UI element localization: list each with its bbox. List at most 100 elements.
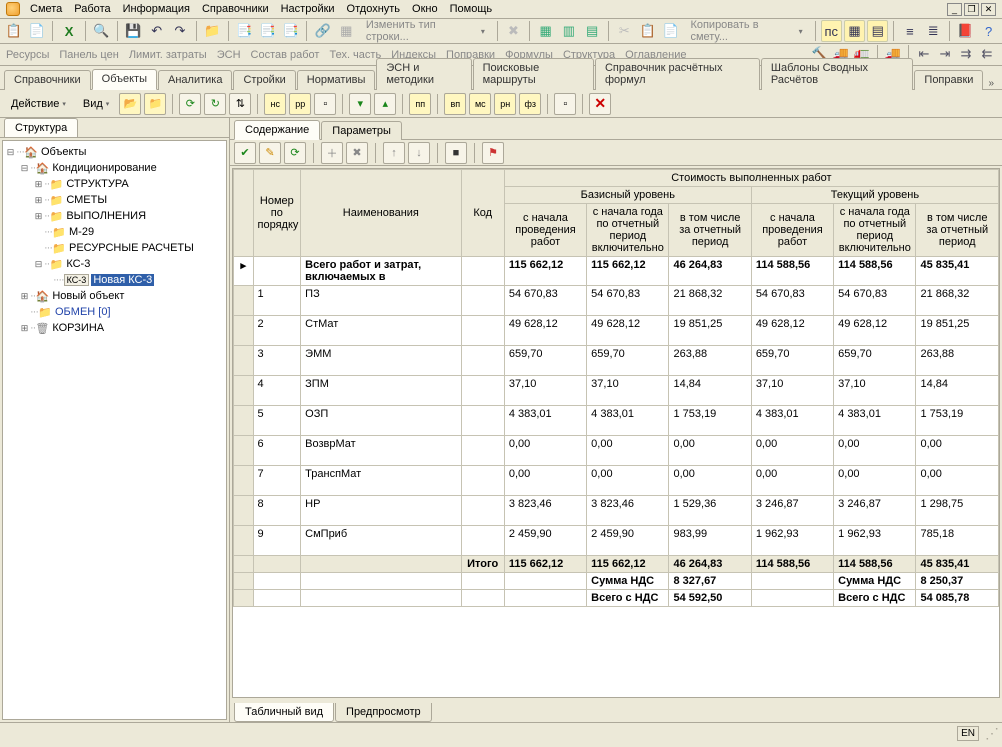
tab-price-panel[interactable]: Панель цен bbox=[59, 49, 118, 61]
content-tab-params[interactable]: Параметры bbox=[321, 121, 402, 140]
change-row-type-button[interactable]: Изменить тип строки... ▾ bbox=[359, 20, 492, 42]
yellow3-icon[interactable]: ▤ bbox=[867, 20, 888, 42]
content-tab-soderzhanie[interactable]: Содержание bbox=[234, 120, 320, 140]
close-button[interactable]: ✕ bbox=[981, 3, 996, 16]
resize-grip[interactable]: ⋰ bbox=[985, 725, 996, 742]
link-icon[interactable]: 🔗 bbox=[312, 20, 333, 42]
indent-in-icon[interactable]: ⇥ bbox=[936, 45, 954, 63]
collapse-icon[interactable]: ▾ bbox=[349, 93, 371, 115]
search-icon[interactable]: 🔍 bbox=[91, 20, 112, 42]
menu-relax[interactable]: Отдохнуть bbox=[341, 2, 407, 16]
table-row[interactable]: 1ПЗ54 670,8354 670,8321 868,3254 670,835… bbox=[234, 286, 999, 316]
doc-ns-icon[interactable]: нс bbox=[264, 93, 286, 115]
paste-icon[interactable]: 📄 bbox=[26, 20, 47, 42]
redo-icon[interactable]: ↷ bbox=[169, 20, 190, 42]
align1-icon[interactable]: ≡ bbox=[899, 20, 920, 42]
excel-icon[interactable]: X bbox=[58, 20, 79, 42]
doc-y5-icon[interactable]: фз bbox=[519, 93, 541, 115]
menu-settings[interactable]: Настройки bbox=[275, 2, 341, 16]
sort-icon[interactable]: ⇅ bbox=[229, 93, 251, 115]
tree-n3[interactable]: ··· 📁 ОБМЕН [0] bbox=[5, 304, 224, 320]
col-code[interactable]: Код bbox=[461, 170, 504, 257]
doc-blank-icon[interactable]: ▫ bbox=[314, 93, 336, 115]
table-row[interactable]: 4ЗПМ37,1037,1014,8437,1037,1014,84 bbox=[234, 376, 999, 406]
copy2-icon[interactable]: 📋 bbox=[637, 20, 658, 42]
indent-r-icon[interactable]: ⇇ bbox=[978, 45, 996, 63]
navtab-popravki[interactable]: Поправки bbox=[914, 70, 983, 90]
menu-sprav[interactable]: Справочники bbox=[196, 2, 275, 16]
tree-n1a[interactable]: ⊞·· 📁 СТРУКТУРА bbox=[5, 176, 224, 192]
table-row[interactable]: 7ТранспМат0,000,000,000,000,000,00 bbox=[234, 466, 999, 496]
tab-resources[interactable]: Ресурсы bbox=[6, 49, 49, 61]
tree-root[interactable]: ⊟··· 🏠 Объекты bbox=[5, 144, 224, 160]
grp3-icon[interactable]: ▤ bbox=[582, 20, 603, 42]
undo-icon[interactable]: ↶ bbox=[146, 20, 167, 42]
doc-rp-icon[interactable]: рр bbox=[289, 93, 311, 115]
tree-n1[interactable]: ⊟·· 🏠 Кондиционирование bbox=[5, 160, 224, 176]
align2-icon[interactable]: ≣ bbox=[923, 20, 944, 42]
doc-y2-icon[interactable]: вп bbox=[444, 93, 466, 115]
bottom-tab-preview[interactable]: Предпросмотр bbox=[335, 703, 432, 722]
navtab-search[interactable]: Поисковые маршруты bbox=[473, 58, 594, 90]
tree-n4[interactable]: ⊞·· 🗑 КОРЗИНА bbox=[5, 320, 224, 336]
tree-view[interactable]: ⊟··· 🏠 Объекты ⊟·· 🏠 Кондиционирование ⊞… bbox=[2, 140, 227, 720]
navtab-sprav[interactable]: Справочники bbox=[4, 70, 91, 90]
help-icon[interactable]: ? bbox=[978, 20, 999, 42]
totals-row[interactable]: Итого 115 662,12 115 662,12 46 264,83 11… bbox=[234, 556, 999, 573]
first-row[interactable]: ▸ Всего работ и затрат, включаемых в 115… bbox=[234, 257, 999, 286]
doc-y1-icon[interactable]: пп bbox=[409, 93, 431, 115]
refresh-icon[interactable]: ⟳ bbox=[179, 93, 201, 115]
copy-icon[interactable]: 📋 bbox=[3, 20, 24, 42]
table-row[interactable]: 9СмПриб2 459,902 459,90983,991 962,931 9… bbox=[234, 526, 999, 556]
paste2-icon[interactable]: 📄 bbox=[660, 20, 681, 42]
tab-tech[interactable]: Тех. часть bbox=[329, 49, 381, 61]
gt-edit-icon[interactable]: ✎ bbox=[259, 142, 281, 164]
navtab-objects[interactable]: Объекты bbox=[92, 69, 157, 90]
navtab-templates[interactable]: Шаблоны Сводных Расчётов bbox=[761, 58, 914, 90]
grp2-icon[interactable]: ▥ bbox=[558, 20, 579, 42]
copy-to-smeta-button[interactable]: Копировать в смету... ▾ bbox=[683, 20, 809, 42]
gt-down-icon[interactable]: ↓ bbox=[408, 142, 430, 164]
action-button[interactable]: Действие▾ bbox=[4, 93, 73, 115]
doc1-icon[interactable]: 📑 bbox=[234, 20, 255, 42]
table-row[interactable]: 5ОЗП4 383,014 383,011 753,194 383,014 38… bbox=[234, 406, 999, 436]
tree-n1f1[interactable]: ···· КС-3 Новая КС-3 bbox=[5, 272, 224, 288]
yellow1-icon[interactable]: пс bbox=[821, 20, 842, 42]
indent-in2-icon[interactable]: ⇉ bbox=[957, 45, 975, 63]
doc-g1-icon[interactable]: ▫ bbox=[554, 93, 576, 115]
folder-up-icon[interactable]: 📂 bbox=[119, 93, 141, 115]
gt-del-icon[interactable]: ✖ bbox=[346, 142, 368, 164]
doc3-icon[interactable]: 📑 bbox=[280, 20, 301, 42]
navtab-stroiki[interactable]: Стройки bbox=[233, 70, 295, 90]
col-name[interactable]: Наименования bbox=[301, 170, 461, 257]
navtab-analytics[interactable]: Аналитика bbox=[158, 70, 232, 90]
menu-window[interactable]: Окно bbox=[406, 2, 444, 16]
save-icon[interactable]: 💾 bbox=[123, 20, 144, 42]
tree-n1e[interactable]: ··· 📁 РЕСУРСНЫЕ РАСЧЕТЫ bbox=[5, 240, 224, 256]
restore-button[interactable]: ❐ bbox=[964, 3, 979, 16]
view-button[interactable]: Вид▾ bbox=[76, 93, 116, 115]
tree-n1c[interactable]: ⊞·· 📁 ВЫПОЛНЕНИЯ bbox=[5, 208, 224, 224]
table-row[interactable]: 2СтМат49 628,1249 628,1219 851,2549 628,… bbox=[234, 316, 999, 346]
table-row[interactable]: 3ЭММ659,70659,70263,88659,70659,70263,88 bbox=[234, 346, 999, 376]
close-doc-icon[interactable]: ✕ bbox=[589, 93, 611, 115]
main-grid[interactable]: Номер по порядку Наименования Код Стоимо… bbox=[233, 169, 999, 607]
gt-check-icon[interactable]: ✔ bbox=[234, 142, 256, 164]
minimize-button[interactable]: _ bbox=[947, 3, 962, 16]
doc2-icon[interactable]: 📑 bbox=[257, 20, 278, 42]
delete-icon[interactable]: ✖ bbox=[503, 20, 524, 42]
cut-icon[interactable]: ✂ bbox=[614, 20, 635, 42]
tree-n2[interactable]: ⊞·· 🏠 Новый объект bbox=[5, 288, 224, 304]
grp1-icon[interactable]: ▦ bbox=[535, 20, 556, 42]
doc-y4-icon[interactable]: рн bbox=[494, 93, 516, 115]
gt-up-icon[interactable]: ↑ bbox=[383, 142, 405, 164]
navtab-norms[interactable]: Нормативы bbox=[297, 70, 376, 90]
navtab-esn[interactable]: ЭСН и методики bbox=[376, 58, 471, 90]
reload-icon[interactable]: ↻ bbox=[204, 93, 226, 115]
doc-y3-icon[interactable]: мс bbox=[469, 93, 491, 115]
table-row[interactable]: 8НР3 823,463 823,461 529,363 246,873 246… bbox=[234, 496, 999, 526]
menu-rabota[interactable]: Работа bbox=[68, 2, 116, 16]
expand-icon[interactable]: ▴ bbox=[374, 93, 396, 115]
menu-smeta[interactable]: Смета bbox=[24, 2, 68, 16]
left-tab-structure[interactable]: Структура bbox=[4, 118, 78, 137]
